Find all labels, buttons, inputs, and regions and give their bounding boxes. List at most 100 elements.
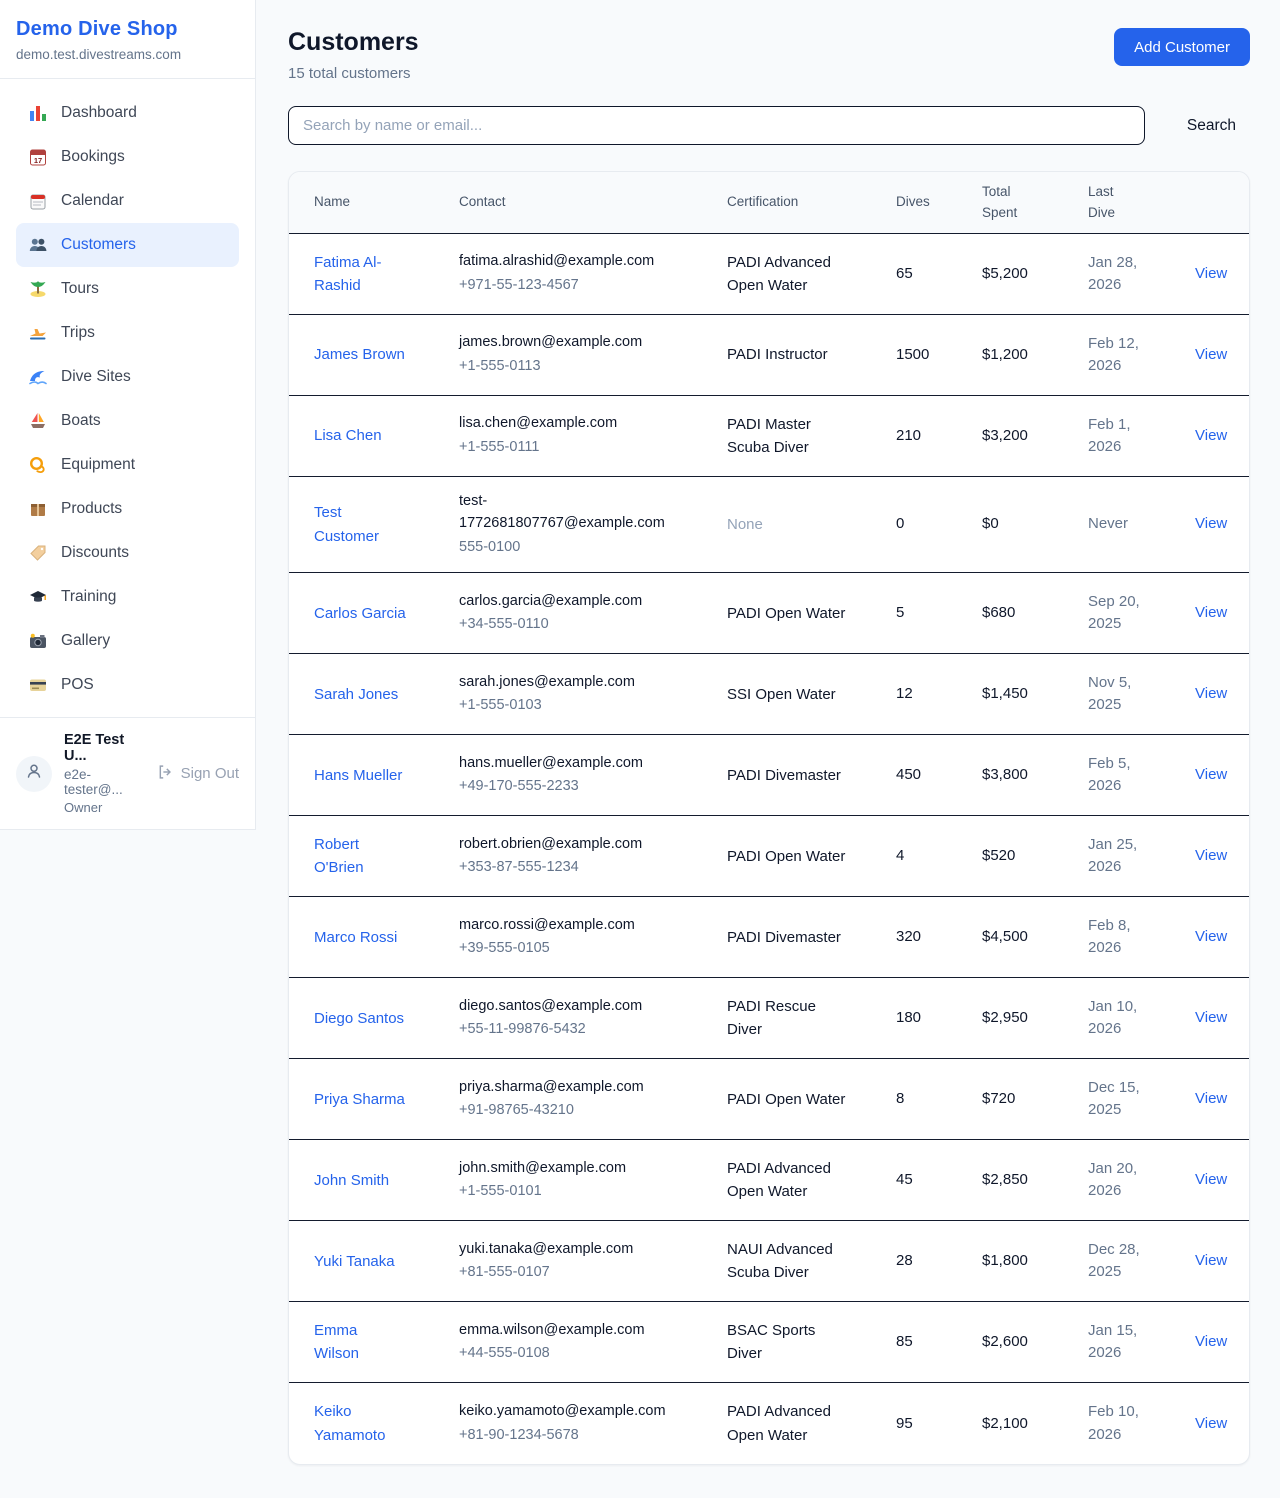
search-input[interactable]	[288, 106, 1145, 145]
last-dive-date: Nov 5, 2025	[1088, 672, 1150, 717]
customer-phone: +55-11-99876-5432	[459, 1019, 717, 1041]
sidebar-item-trips[interactable]: Trips	[16, 311, 239, 355]
view-customer-link[interactable]: View	[1195, 1415, 1227, 1432]
sidebar-item-pos[interactable]: POS	[16, 663, 239, 707]
contact-cell: emma.wilson@example.com+44-555-0108	[459, 1320, 727, 1366]
dashboard-icon	[28, 103, 48, 123]
contact-cell: carlos.garcia@example.com+34-555-0110	[459, 591, 727, 637]
customer-name-link[interactable]: Fatima Al-Rashid	[314, 251, 406, 298]
table-row: Emma Wilson emma.wilson@example.com+44-55…	[289, 1302, 1249, 1383]
customer-phone: +1-555-0101	[459, 1181, 717, 1203]
view-customer-link[interactable]: View	[1195, 766, 1227, 783]
view-customer-link[interactable]: View	[1195, 1252, 1227, 1269]
customer-name-link[interactable]: Priya Sharma	[314, 1088, 405, 1111]
total-spent: $3,800	[982, 764, 1088, 787]
view-customer-link[interactable]: View	[1195, 1171, 1227, 1188]
view-customer-link[interactable]: View	[1195, 346, 1227, 363]
customer-name-link[interactable]: Marco Rossi	[314, 926, 397, 949]
sidebar-item-customers[interactable]: Customers	[16, 223, 239, 267]
sidebar-item-bookings[interactable]: 17 Bookings	[16, 135, 239, 179]
column-header-total-spent: Total Spent	[982, 182, 1030, 224]
view-customer-link[interactable]: View	[1195, 427, 1227, 444]
dives-count: 320	[896, 926, 982, 949]
dives-count: 12	[896, 683, 982, 706]
sidebar-item-discounts[interactable]: Discounts	[16, 531, 239, 575]
contact-cell: fatima.alrashid@example.com+971-55-123-4…	[459, 251, 727, 297]
sidebar-item-boats[interactable]: Boats	[16, 399, 239, 443]
customer-name-link[interactable]: Yuki Tanaka	[314, 1250, 395, 1273]
table-row: Sarah Jonessarah.jones@example.com+1-555…	[289, 654, 1249, 735]
customer-name-link[interactable]: Carlos Garcia	[314, 602, 406, 625]
certification: None	[727, 513, 763, 536]
sign-out-button[interactable]: Sign Out	[156, 763, 239, 785]
table-row: Hans Muellerhans.mueller@example.com+49-…	[289, 735, 1249, 816]
customer-name-link[interactable]: Test Customer	[314, 501, 406, 548]
sidebar-item-calendar[interactable]: Calendar	[16, 179, 239, 223]
customer-name-link[interactable]: Keiko Yamamoto	[314, 1400, 406, 1447]
last-dive-date: Feb 1, 2026	[1088, 414, 1150, 459]
user-role: Owner	[64, 800, 144, 815]
view-customer-link[interactable]: View	[1195, 604, 1227, 621]
customer-phone: +81-555-0107	[459, 1262, 717, 1284]
table-row: Carlos Garcia carlos.garcia@example.com+3…	[289, 573, 1249, 654]
sidebar-item-label: Gallery	[61, 632, 110, 650]
sidebar-item-tours[interactable]: Tours	[16, 267, 239, 311]
contact-cell: diego.santos@example.com+55-11-99876-543…	[459, 996, 727, 1042]
last-dive-date: Jan 10, 2026	[1088, 996, 1150, 1041]
certification: PADI Instructor	[727, 343, 828, 366]
search-button[interactable]: Search	[1173, 109, 1250, 143]
sidebar-item-label: Bookings	[61, 148, 125, 166]
contact-cell: james.brown@example.com+1-555-0113	[459, 332, 727, 378]
customer-name-link[interactable]: Lisa Chen	[314, 424, 382, 447]
contact-cell: priya.sharma@example.com+91-98765-43210	[459, 1077, 727, 1123]
customer-count: 15 total customers	[288, 65, 419, 82]
table-row: James Brown james.brown@example.com+1-555…	[289, 315, 1249, 396]
view-customer-link[interactable]: View	[1195, 265, 1227, 282]
sidebar-item-label: Dive Sites	[61, 368, 131, 386]
view-customer-link[interactable]: View	[1195, 847, 1227, 864]
customer-name-link[interactable]: Emma Wilson	[314, 1319, 406, 1366]
tours-icon	[28, 279, 48, 299]
certification: PADI Advanced Open Water	[727, 1400, 847, 1447]
customer-name-link[interactable]: John Smith	[314, 1169, 389, 1192]
customer-email: test-1772681807767@example.com	[459, 491, 679, 535]
sidebar-item-label: Customers	[61, 236, 136, 254]
sidebar-item-label: Calendar	[61, 192, 124, 210]
customer-phone: +44-555-0108	[459, 1343, 717, 1365]
customer-name-link[interactable]: Diego Santos	[314, 1007, 404, 1030]
discounts-icon	[28, 543, 48, 563]
certification: PADI Open Water	[727, 845, 845, 868]
sidebar-item-dashboard[interactable]: Dashboard	[16, 91, 239, 135]
dives-count: 28	[896, 1250, 982, 1273]
customer-name-link[interactable]: Robert O'Brien	[314, 833, 406, 880]
bookings-icon: 17	[28, 147, 48, 167]
sidebar-item-label: Trips	[61, 324, 95, 342]
sidebar-item-training[interactable]: Training	[16, 575, 239, 619]
last-dive-date: Dec 28, 2025	[1088, 1239, 1150, 1284]
sidebar-item-dive-sites[interactable]: Dive Sites	[16, 355, 239, 399]
view-customer-link[interactable]: View	[1195, 1090, 1227, 1107]
sidebar-item-gallery[interactable]: Gallery	[16, 619, 239, 663]
table-row: Lisa Chenlisa.chen@example.com+1-555-011…	[289, 396, 1249, 477]
dives-count: 0	[896, 513, 982, 536]
view-customer-link[interactable]: View	[1195, 1009, 1227, 1026]
customer-email: diego.santos@example.com	[459, 996, 679, 1018]
view-customer-link[interactable]: View	[1195, 515, 1227, 532]
last-dive-date: Sep 20, 2025	[1088, 591, 1150, 636]
table-row: Yuki Tanakayuki.tanaka@example.com+81-55…	[289, 1221, 1249, 1302]
view-customer-link[interactable]: View	[1195, 928, 1227, 945]
page-header: Customers 15 total customers Add Custome…	[288, 28, 1250, 82]
column-header-certification: Certification	[727, 192, 896, 213]
sidebar-item-products[interactable]: Products	[16, 487, 239, 531]
customer-name-link[interactable]: Sarah Jones	[314, 683, 398, 706]
view-customer-link[interactable]: View	[1195, 1333, 1227, 1350]
sidebar-item-equipment[interactable]: Equipment	[16, 443, 239, 487]
add-customer-button[interactable]: Add Customer	[1114, 28, 1250, 66]
customer-name-link[interactable]: James Brown	[314, 343, 405, 366]
view-customer-link[interactable]: View	[1195, 685, 1227, 702]
sidebar-item-label: POS	[61, 676, 94, 694]
customer-phone: +91-98765-43210	[459, 1100, 717, 1122]
customer-email: lisa.chen@example.com	[459, 413, 679, 435]
customer-email: emma.wilson@example.com	[459, 1320, 679, 1342]
customer-name-link[interactable]: Hans Mueller	[314, 764, 402, 787]
